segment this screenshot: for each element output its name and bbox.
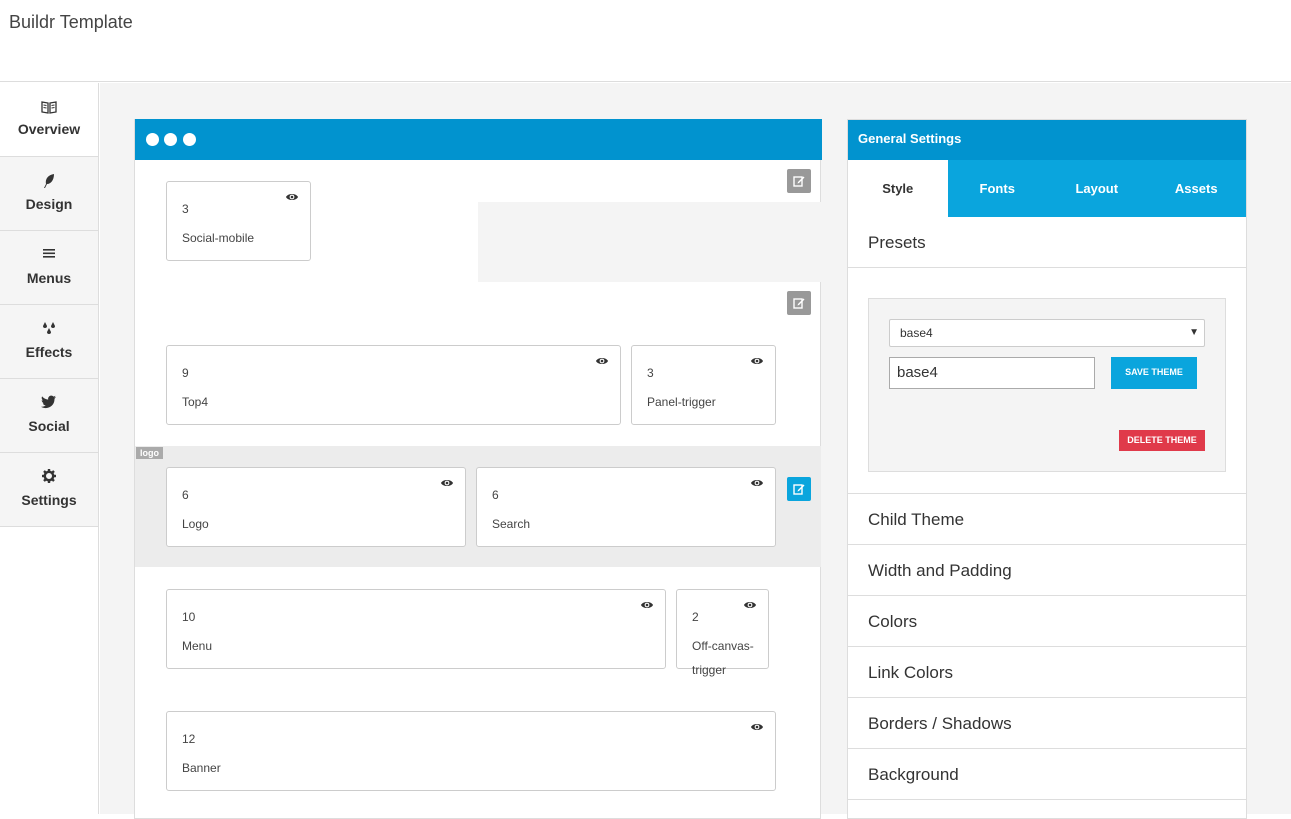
section-width-padding[interactable]: Width and Padding [848, 545, 1246, 596]
module-size: 10 [182, 610, 196, 624]
edit-row-button[interactable] [787, 477, 811, 501]
edit-icon [793, 176, 805, 187]
caret-down-icon: ▼ [1189, 327, 1199, 338]
panel-title: General Settings [848, 120, 1246, 160]
sidebar-item-effects[interactable]: Effects [0, 305, 98, 379]
module-name: Logo [182, 517, 209, 531]
preset-select[interactable]: base4 ▼ [889, 319, 1205, 347]
section-colors[interactable]: Colors [848, 596, 1246, 647]
module-card[interactable]: 10 Menu [166, 589, 666, 669]
sidebar-item-social[interactable]: Social [0, 379, 98, 453]
canvas-header [135, 119, 822, 160]
edit-icon [793, 298, 805, 309]
module-name: Menu [182, 639, 213, 653]
module-name: Off-canvas-trigger [692, 639, 754, 677]
module-size: 6 [182, 488, 189, 502]
module-size: 12 [182, 732, 196, 746]
eye-icon[interactable] [750, 355, 764, 367]
window-dot [146, 133, 159, 146]
feather-icon [0, 173, 98, 189]
tab-layout[interactable]: Layout [1047, 160, 1147, 217]
book-icon [0, 100, 98, 116]
presets-box: base4 ▼ base4 SAVE THEME DELETE THEME [868, 298, 1226, 472]
eye-icon[interactable] [595, 355, 609, 367]
module-name: Social-mobile [182, 231, 255, 245]
module-size: 2 [692, 610, 699, 624]
sidebar-item-label: Social [28, 418, 70, 434]
module-card[interactable]: 2 Off-canvas-trigger [676, 589, 769, 677]
edit-row-button[interactable] [787, 169, 811, 193]
divider [848, 472, 1246, 494]
general-settings-panel: General Settings Style Fonts Layout Asse… [847, 119, 1247, 819]
module-card[interactable]: 9 Top4 [166, 345, 621, 425]
section-child-theme[interactable]: Child Theme [848, 494, 1246, 545]
twitter-icon [0, 395, 98, 411]
sidebar-item-label: Menus [26, 270, 72, 286]
app-title: Buildr Template [9, 12, 133, 32]
theme-name-input[interactable]: base4 [889, 357, 1095, 389]
window-dot [183, 133, 196, 146]
eye-icon[interactable] [750, 721, 764, 733]
eye-icon[interactable] [285, 191, 299, 203]
sidebar-item-label: Settings [21, 492, 77, 508]
module-card[interactable]: 6 Search [476, 467, 776, 547]
delete-theme-button[interactable]: DELETE THEME [1119, 430, 1205, 451]
module-size: 9 [182, 366, 189, 380]
sidebar-item-design[interactable]: Design [0, 157, 98, 231]
sidebar-item-overview[interactable]: Overview [0, 83, 98, 157]
eye-icon[interactable] [440, 477, 454, 489]
sidebar-item-settings[interactable]: Settings [0, 453, 98, 527]
settings-tabs: Style Fonts Layout Assets [848, 160, 1246, 217]
sidebar-item-menus[interactable]: Menus [0, 231, 98, 305]
main-area: 3 Social-mobile 9 Top4 3 Panel-trigger l… [100, 83, 1291, 819]
module-name: Search [492, 517, 531, 531]
row-tag: logo [136, 447, 163, 459]
droplets-icon [0, 321, 98, 337]
module-size: 3 [647, 366, 654, 380]
sidebar-item-label: Design [25, 196, 73, 212]
section-borders-shadows[interactable]: Borders / Shadows [848, 698, 1246, 749]
sidebar: Overview Design Menus Effects Social Set… [0, 83, 99, 814]
save-theme-button[interactable]: SAVE THEME [1111, 357, 1197, 389]
sidebar-item-label: Overview [17, 121, 81, 137]
top-bar: Buildr Template [0, 0, 1291, 82]
eye-icon[interactable] [743, 599, 757, 611]
section-background[interactable]: Background [848, 749, 1246, 800]
tab-fonts[interactable]: Fonts [948, 160, 1048, 217]
tab-style[interactable]: Style [848, 160, 948, 217]
window-dot [164, 133, 177, 146]
module-card[interactable]: 6 Logo [166, 467, 466, 547]
module-size: 6 [492, 488, 499, 502]
module-name: Top4 [182, 395, 209, 409]
module-name: Banner [182, 761, 221, 775]
sidebar-item-label: Effects [25, 344, 73, 360]
module-card[interactable]: 3 Social-mobile [166, 181, 311, 261]
module-card[interactable]: 12 Banner [166, 711, 776, 791]
gear-icon [0, 469, 98, 485]
edit-icon [793, 484, 805, 495]
preset-select-value: base4 [900, 326, 933, 340]
tab-assets[interactable]: Assets [1147, 160, 1247, 217]
module-name: Panel-trigger [647, 395, 716, 409]
module-size: 3 [182, 202, 189, 216]
eye-icon[interactable] [640, 599, 654, 611]
section-link-colors[interactable]: Link Colors [848, 647, 1246, 698]
module-card[interactable]: 3 Panel-trigger [631, 345, 776, 425]
menu-icon [0, 247, 98, 263]
edit-row-button[interactable] [787, 291, 811, 315]
eye-icon[interactable] [750, 477, 764, 489]
presets-heading[interactable]: Presets [848, 217, 1246, 268]
empty-column [478, 202, 821, 282]
layout-canvas: 3 Social-mobile 9 Top4 3 Panel-trigger l… [134, 119, 822, 819]
